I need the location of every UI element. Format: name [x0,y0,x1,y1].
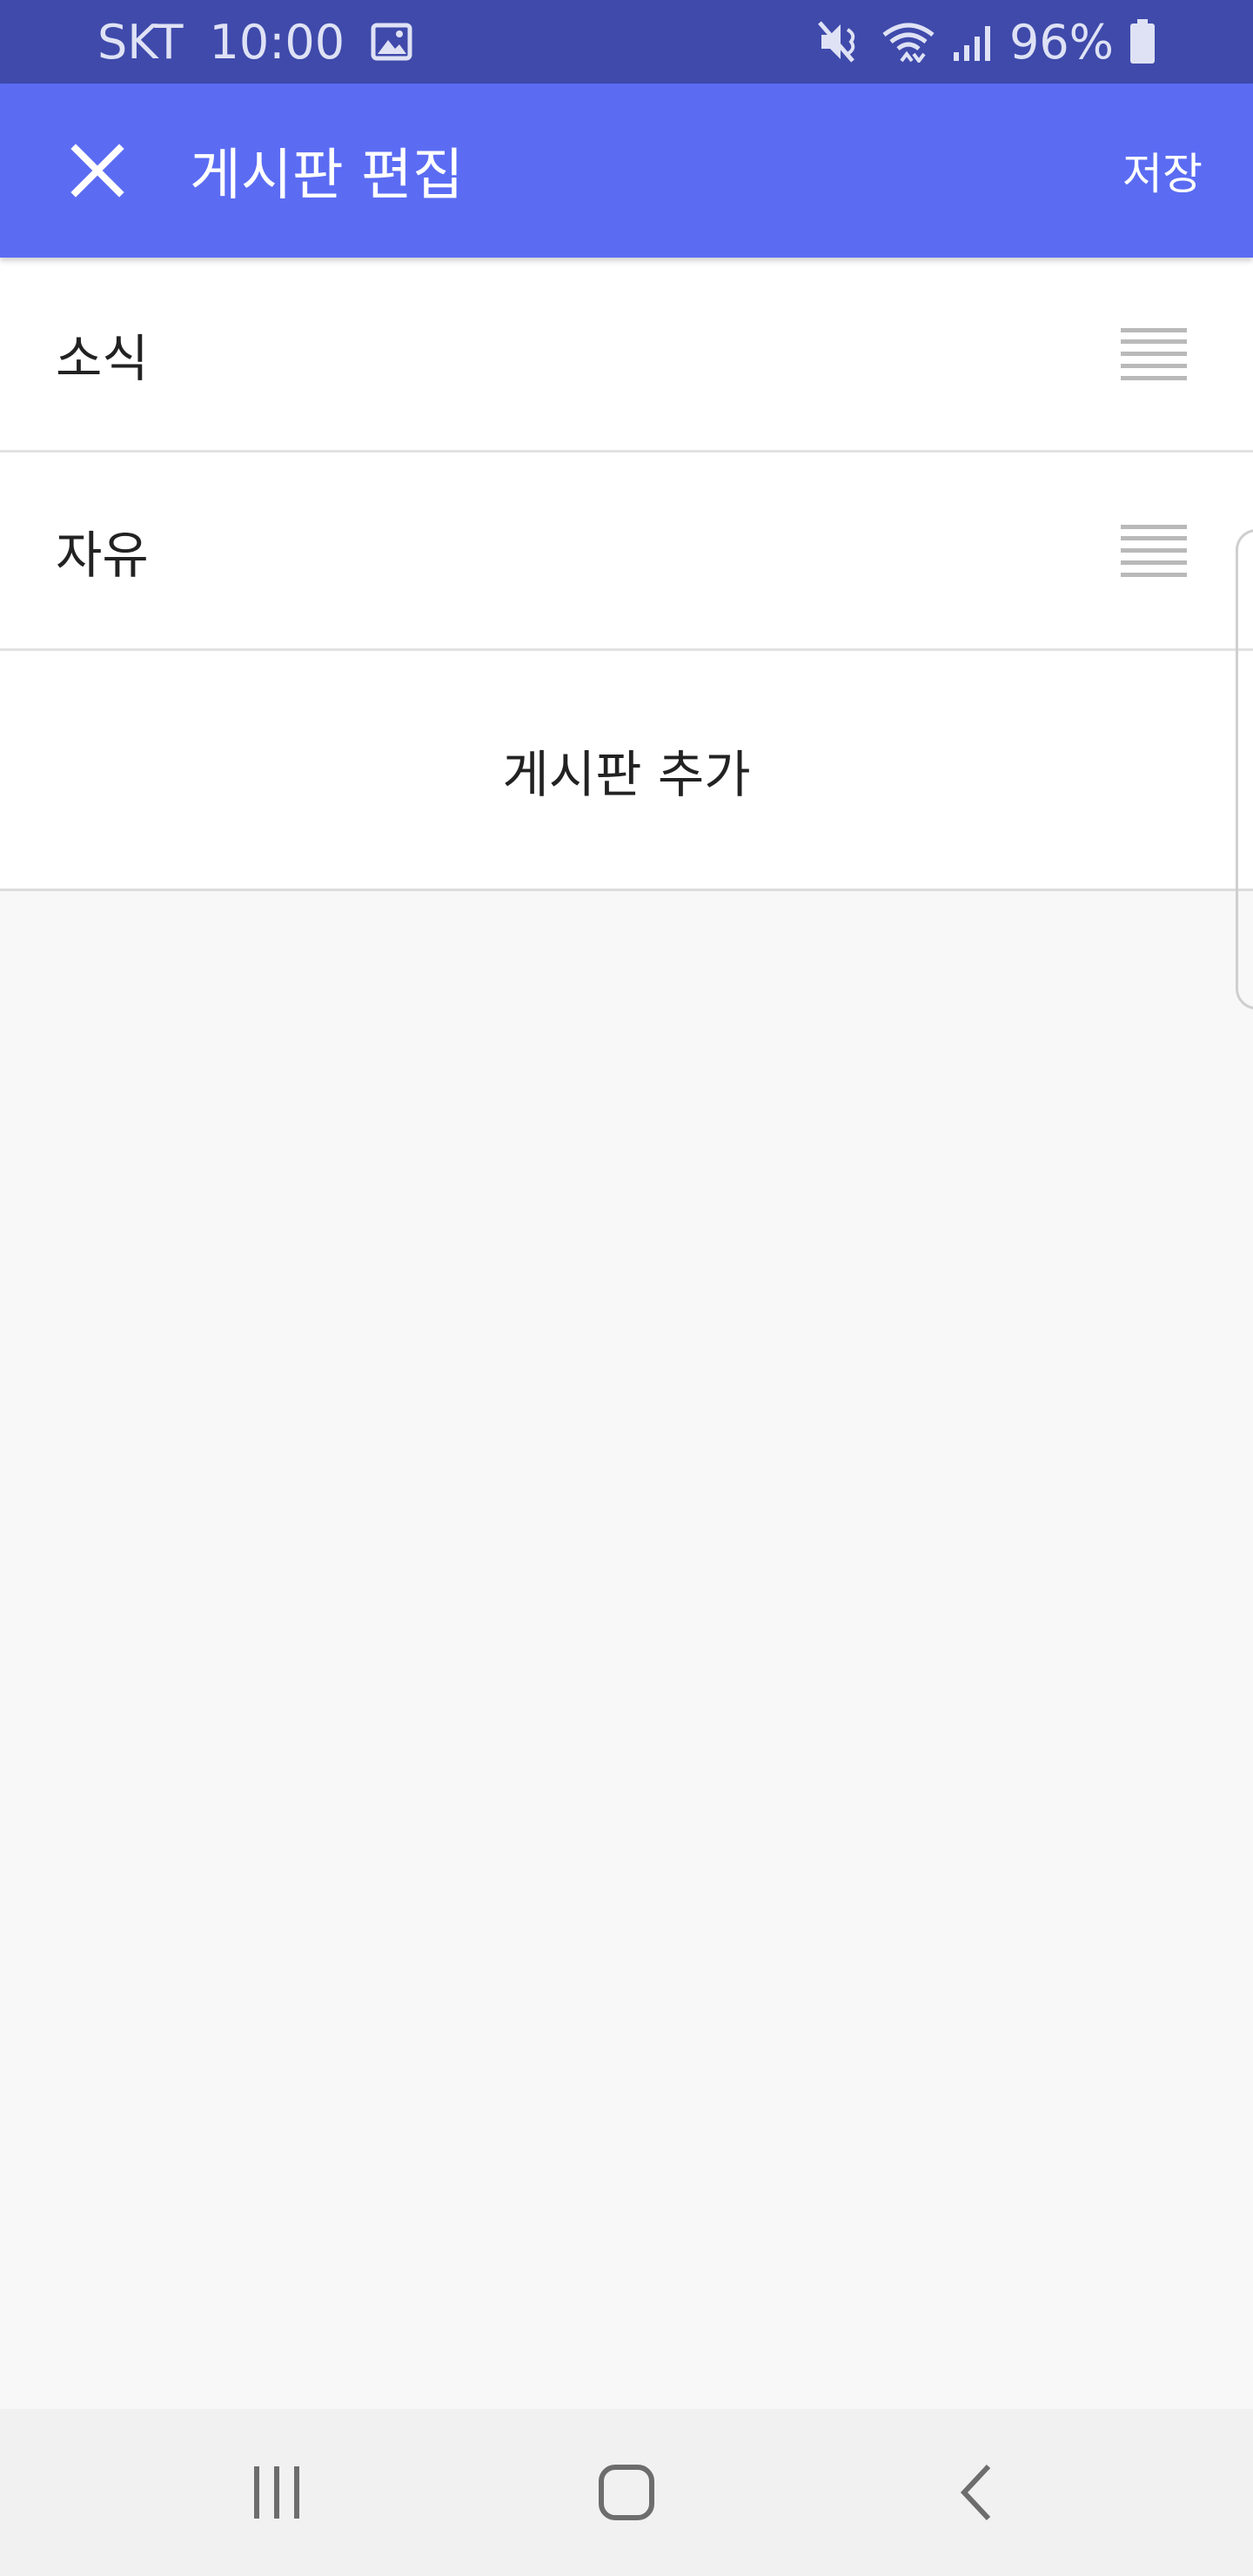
page-title: 게시판 편집 [190,144,464,208]
close-icon [70,144,124,198]
app-bar: 게시판 편집 저장 [0,84,1253,258]
save-button[interactable]: 저장 [1112,122,1213,219]
drag-handle-icon[interactable] [1121,327,1187,380]
status-bar: SKT 10:00 96% [0,0,1253,84]
home-button[interactable] [557,2409,696,2576]
board-label: 자유 [56,525,149,585]
board-row-news[interactable]: 소식 [0,258,1253,453]
back-icon [960,2464,991,2521]
board-list: 소식 자유 게시판 추가 [0,258,1253,891]
signal-icon [953,26,990,61]
battery-percent: 96% [1008,14,1114,70]
close-button[interactable] [49,122,146,219]
status-right: 96% [818,15,1156,70]
recents-button[interactable] [207,2409,346,2576]
edge-panel-handle[interactable] [1236,529,1253,1010]
carrier-label: SKT [97,14,184,70]
recents-icon [254,2466,299,2519]
add-board-button[interactable]: 게시판 추가 [0,651,1253,891]
board-label: 소식 [56,328,149,388]
back-button[interactable] [907,2409,1046,2576]
status-left: SKT 10:00 [97,15,412,70]
board-row-free[interactable]: 자유 [0,453,1253,651]
navigation-bar [0,2409,1253,2576]
drag-handle-icon[interactable] [1121,524,1187,577]
image-notification-icon [371,23,412,61]
battery-icon [1130,19,1155,64]
home-icon [599,2465,654,2520]
wifi-icon [882,23,935,63]
clock: 10:00 [209,14,345,70]
mute-icon [818,21,855,63]
